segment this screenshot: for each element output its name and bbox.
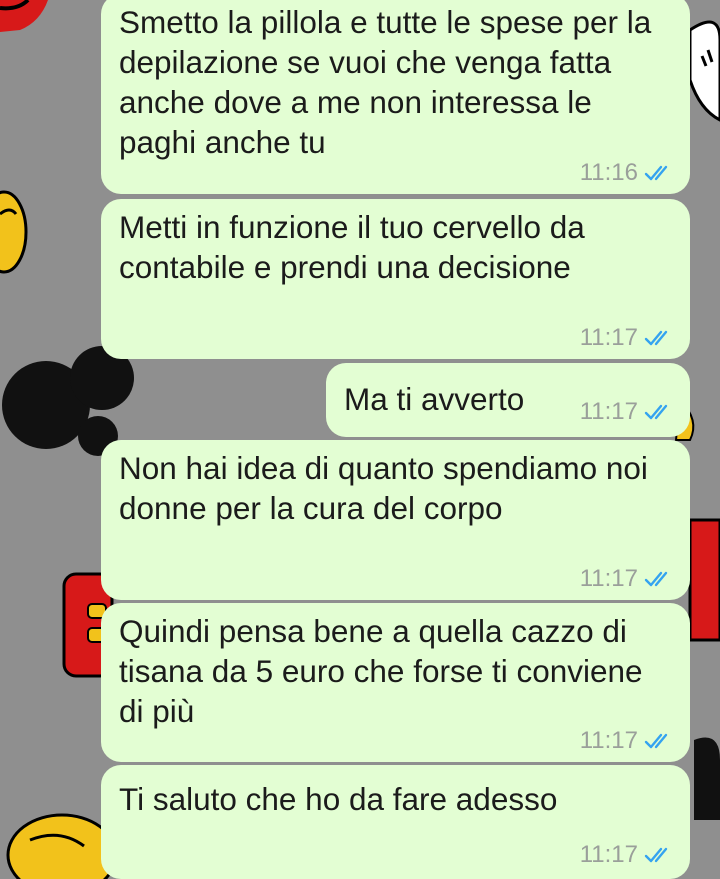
message-bubble[interactable]: Quindi pensa bene a quella cazzo di tisa… (101, 603, 690, 762)
message-bubble[interactable]: Smetto la pillola e tutte le spese per l… (101, 0, 690, 194)
wallpaper-bottom-shoe-shape (6, 813, 118, 879)
message-timestamp: 11:17 (579, 324, 638, 351)
read-ticks-icon (644, 847, 668, 863)
read-ticks-icon (644, 165, 668, 181)
message-timestamp: 11:17 (579, 398, 638, 425)
wallpaper-right-red-shorts-shape (688, 518, 720, 642)
message-meta: 11:17 (580, 567, 674, 591)
message-text: Smetto la pillola e tutte le spese per l… (119, 4, 652, 160)
message-meta: 11:17 (580, 326, 674, 350)
message-timestamp: 11:16 (579, 159, 638, 186)
message-meta: 11:17 (580, 729, 674, 753)
read-ticks-icon (644, 733, 668, 749)
wallpaper-bottom-right-shape (694, 737, 720, 820)
message-bubble[interactable]: Ma ti avverto 11:17 (326, 363, 690, 437)
message-meta: 11:16 (580, 161, 674, 185)
read-ticks-icon (644, 571, 668, 587)
read-ticks-icon (644, 404, 668, 420)
message-meta: 11:17 (580, 843, 674, 867)
message-text: Ti saluto che ho da fare adesso (119, 781, 558, 817)
message-timestamp: 11:17 (579, 727, 638, 754)
message-text: Metti in funzione il tuo cervello da con… (119, 209, 585, 285)
message-meta: 11:17 (580, 400, 674, 424)
message-text: Non hai idea di quanto spendiamo noi don… (119, 450, 648, 526)
message-bubble[interactable]: Non hai idea di quanto spendiamo noi don… (101, 440, 690, 600)
message-timestamp: 11:17 (579, 565, 638, 592)
message-text: Quindi pensa bene a quella cazzo di tisa… (119, 613, 643, 729)
read-ticks-icon (644, 330, 668, 346)
message-bubble[interactable]: Ti saluto che ho da fare adesso 11:17 (101, 765, 690, 879)
message-timestamp: 11:17 (579, 841, 638, 868)
message-bubble[interactable]: Metti in funzione il tuo cervello da con… (101, 199, 690, 359)
